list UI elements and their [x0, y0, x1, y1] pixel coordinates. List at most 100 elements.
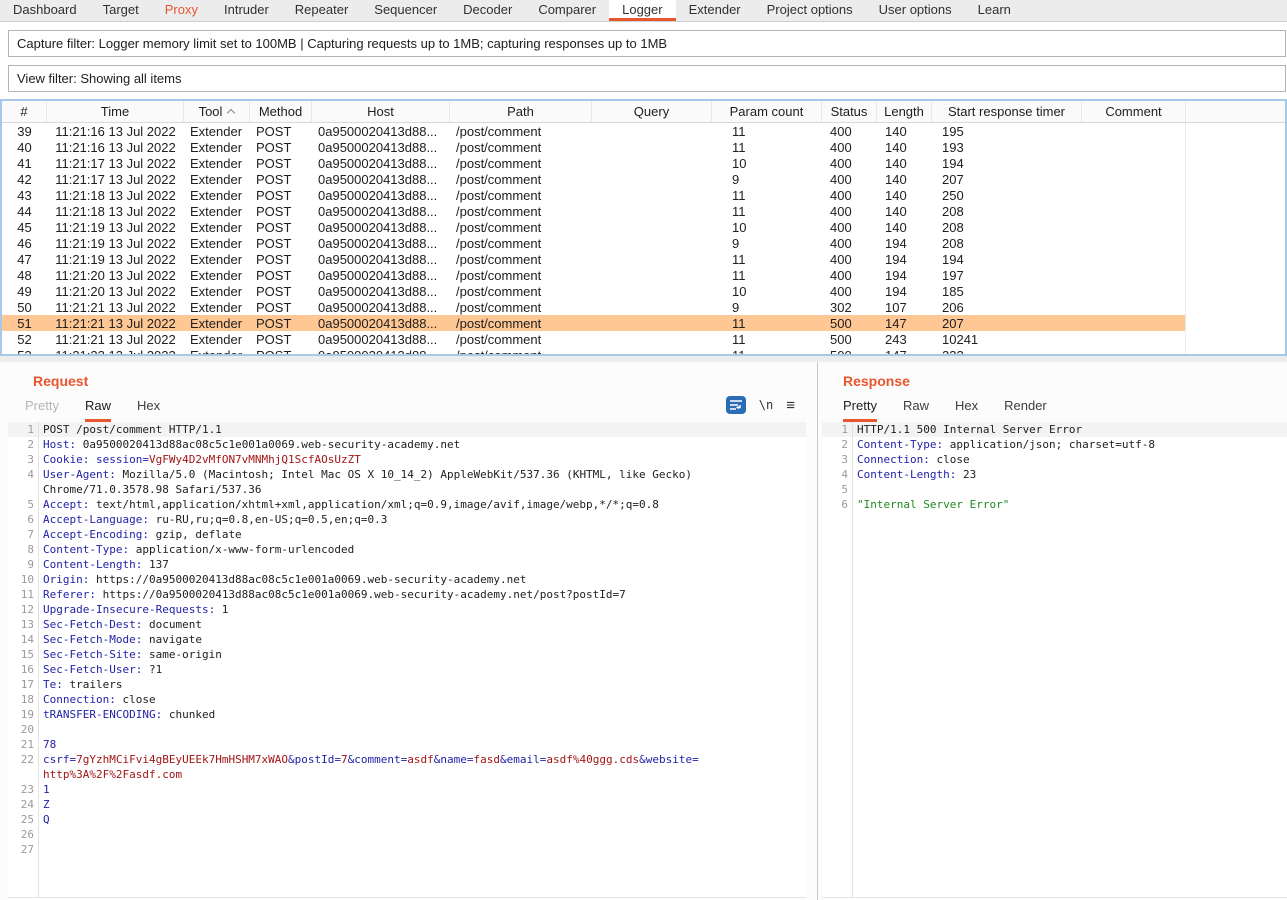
line-number: 7: [8, 527, 34, 542]
response-editor[interactable]: 1HTTP/1.1 500 Internal Server Error2Cont…: [822, 422, 1287, 898]
word-wrap-toggle-button[interactable]: [726, 396, 746, 414]
table-row[interactable]: 5311:21:22 13 Jul 2022ExtenderPOST0a9500…: [2, 347, 1285, 356]
request-tab-pretty[interactable]: Pretty: [25, 398, 59, 422]
cell-param-count: 10: [712, 155, 822, 171]
main-tab-intruder[interactable]: Intruder: [211, 0, 282, 21]
response-tab-pretty[interactable]: Pretty: [843, 398, 877, 422]
main-tab-learn[interactable]: Learn: [965, 0, 1024, 21]
cell-time: 11:21:16 13 Jul 2022: [47, 139, 184, 155]
cell-id: 53: [2, 347, 47, 356]
col-header-status[interactable]: Status: [822, 101, 877, 122]
line-number: 17: [8, 677, 34, 692]
cell-query: [592, 203, 712, 219]
line-number: 11: [8, 587, 34, 602]
cell-comment: [1082, 315, 1186, 331]
request-tab-hex[interactable]: Hex: [137, 398, 160, 422]
capture-filter-bar[interactable]: Capture filter: Logger memory limit set …: [8, 30, 1286, 57]
editor-line: 3Connection: close: [822, 452, 1287, 467]
cell-tool: Extender: [184, 171, 250, 187]
main-tab-repeater[interactable]: Repeater: [282, 0, 361, 21]
col-header-length[interactable]: Length: [877, 101, 932, 122]
table-row[interactable]: 4911:21:20 13 Jul 2022ExtenderPOST0a9500…: [2, 283, 1285, 299]
cell-filler: [1186, 235, 1285, 251]
col-header-comment[interactable]: Comment: [1082, 101, 1186, 122]
main-tab-logger[interactable]: Logger: [609, 0, 675, 21]
cell-status: 500: [822, 315, 877, 331]
table-row[interactable]: 4611:21:19 13 Jul 2022ExtenderPOST0a9500…: [2, 235, 1285, 251]
table-row[interactable]: 4411:21:18 13 Jul 2022ExtenderPOST0a9500…: [2, 203, 1285, 219]
col-header-path[interactable]: Path: [450, 101, 592, 122]
col-header-time[interactable]: Time: [47, 101, 184, 122]
table-row[interactable]: 4011:21:16 13 Jul 2022ExtenderPOST0a9500…: [2, 139, 1285, 155]
table-row[interactable]: 4811:21:20 13 Jul 2022ExtenderPOST0a9500…: [2, 267, 1285, 283]
cell-host: 0a9500020413d88...: [312, 171, 450, 187]
line-text: Cookie: session=VgFWy4D2vMfON7vMNMhjQ1Sc…: [34, 452, 361, 467]
col-header--[interactable]: #: [2, 101, 47, 122]
col-header-label: Query: [634, 104, 669, 119]
line-number: 4: [8, 467, 34, 482]
col-header-tool[interactable]: Tool: [184, 101, 250, 122]
main-tab-project-options[interactable]: Project options: [754, 0, 866, 21]
cell-id: 45: [2, 219, 47, 235]
response-tab-render[interactable]: Render: [1004, 398, 1047, 422]
request-tab-raw[interactable]: Raw: [85, 398, 111, 422]
cell-tool: Extender: [184, 155, 250, 171]
col-header-label: Param count: [730, 104, 804, 119]
line-text: Sec-Fetch-User: ?1: [34, 662, 162, 677]
response-tab-hex[interactable]: Hex: [955, 398, 978, 422]
cell-comment: [1082, 331, 1186, 347]
cell-param-count: 11: [712, 139, 822, 155]
response-tab-raw[interactable]: Raw: [903, 398, 929, 422]
cell-param-count: 11: [712, 203, 822, 219]
line-text: Q: [34, 812, 50, 827]
editor-line: 11Referer: https://0a9500020413d88ac08c5…: [8, 587, 806, 602]
line-number: 1: [822, 422, 848, 437]
table-row[interactable]: 4211:21:17 13 Jul 2022ExtenderPOST0a9500…: [2, 171, 1285, 187]
table-row[interactable]: 4111:21:17 13 Jul 2022ExtenderPOST0a9500…: [2, 155, 1285, 171]
cell-method: POST: [250, 219, 312, 235]
table-row[interactable]: 4711:21:19 13 Jul 2022ExtenderPOST0a9500…: [2, 251, 1285, 267]
cell-method: POST: [250, 251, 312, 267]
line-text: [34, 827, 43, 842]
logger-table-body[interactable]: 3911:21:16 13 Jul 2022ExtenderPOST0a9500…: [2, 123, 1285, 356]
main-tab-decoder[interactable]: Decoder: [450, 0, 525, 21]
main-tab-proxy[interactable]: Proxy: [152, 0, 211, 21]
cell-length: 147: [877, 315, 932, 331]
col-header-host[interactable]: Host: [312, 101, 450, 122]
main-tab-extender[interactable]: Extender: [676, 0, 754, 21]
line-text: Sec-Fetch-Mode: navigate: [34, 632, 202, 647]
main-tab-target[interactable]: Target: [90, 0, 152, 21]
col-header-param-count[interactable]: Param count: [712, 101, 822, 122]
cell-method: POST: [250, 139, 312, 155]
table-row[interactable]: 3911:21:16 13 Jul 2022ExtenderPOST0a9500…: [2, 123, 1285, 139]
cell-time: 11:21:21 13 Jul 2022: [47, 331, 184, 347]
view-filter-bar[interactable]: View filter: Showing all items: [8, 65, 1286, 92]
request-editor[interactable]: 1POST /post/comment HTTP/1.12Host: 0a950…: [8, 422, 806, 898]
table-row[interactable]: 4311:21:18 13 Jul 2022ExtenderPOST0a9500…: [2, 187, 1285, 203]
table-row[interactable]: 5111:21:21 13 Jul 2022ExtenderPOST0a9500…: [2, 315, 1285, 331]
main-tab-dashboard[interactable]: Dashboard: [0, 0, 90, 21]
col-header-label: #: [20, 104, 27, 119]
main-tab-user-options[interactable]: User options: [866, 0, 965, 21]
line-number: 18: [8, 692, 34, 707]
editor-menu-button[interactable]: ≡: [786, 398, 795, 413]
col-header-start-response-timer[interactable]: Start response timer: [932, 101, 1082, 122]
col-header-method[interactable]: Method: [250, 101, 312, 122]
table-row[interactable]: 4511:21:19 13 Jul 2022ExtenderPOST0a9500…: [2, 219, 1285, 235]
newline-characters-toggle-button[interactable]: \n: [759, 398, 773, 412]
line-text: Content-Length: 137: [34, 557, 169, 572]
table-row[interactable]: 5211:21:21 13 Jul 2022ExtenderPOST0a9500…: [2, 331, 1285, 347]
main-tab-sequencer[interactable]: Sequencer: [361, 0, 450, 21]
main-tab-comparer[interactable]: Comparer: [525, 0, 609, 21]
col-header-query[interactable]: Query: [592, 101, 712, 122]
line-text: Accept-Encoding: gzip, deflate: [34, 527, 242, 542]
cell-start-response-timer: 208: [932, 235, 1082, 251]
cell-param-count: 11: [712, 315, 822, 331]
table-row[interactable]: 5011:21:21 13 Jul 2022ExtenderPOST0a9500…: [2, 299, 1285, 315]
request-panel-header: Request PrettyRawHex \n ≡: [0, 362, 817, 422]
cell-filler: [1186, 299, 1285, 315]
line-number: 26: [8, 827, 34, 842]
editor-line: 17Te: trailers: [8, 677, 806, 692]
cell-status: 400: [822, 283, 877, 299]
line-text: [848, 482, 857, 497]
